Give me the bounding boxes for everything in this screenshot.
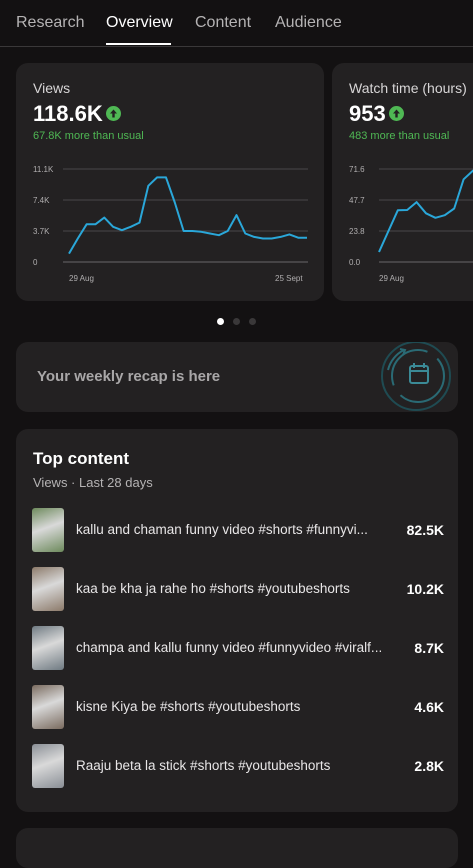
active-tab-indicator [106, 43, 171, 45]
video-thumbnail [32, 626, 64, 670]
video-thumbnail [32, 508, 64, 552]
watch-time-line-chart [378, 168, 473, 263]
video-title: Raaju beta la stick #shorts #youtubeshor… [76, 758, 331, 773]
video-title: kaa be kha ja rahe ho #shorts #youtubesh… [76, 581, 350, 596]
section-title: Top content [33, 449, 129, 468]
tab-content[interactable]: Content [195, 14, 251, 32]
next-section-card [16, 828, 458, 868]
video-views: 10.2K [406, 581, 444, 597]
video-views: 8.7K [414, 640, 444, 656]
video-title: kallu and chaman funny video #shorts #fu… [76, 522, 368, 537]
list-item[interactable]: kisne Kiya be #shorts #youtubeshorts 4.6… [32, 685, 444, 729]
tab-overview[interactable]: Overview [106, 14, 173, 32]
video-title: kisne Kiya be #shorts #youtubeshorts [76, 699, 301, 714]
views-line-chart [63, 168, 308, 263]
series-line [68, 176, 307, 255]
top-content-card: Top content Views · Last 28 days kallu a… [16, 429, 458, 812]
video-thumbnail [32, 567, 64, 611]
video-views: 82.5K [406, 522, 444, 538]
video-thumbnail [32, 744, 64, 788]
weekly-recap-card[interactable]: Your weekly recap is here [16, 342, 458, 412]
calendar-refresh-icon [381, 342, 451, 411]
video-thumbnail [32, 685, 64, 729]
video-views: 2.8K [414, 758, 444, 774]
tab-bar: Research Overview Content Audience [0, 0, 473, 47]
tab-research[interactable]: Research [16, 14, 84, 32]
list-item[interactable]: champa and kallu funny video #funnyvideo… [32, 626, 444, 670]
pager-dot-active[interactable] [217, 318, 224, 325]
watch-time-card[interactable]: Watch time (hours) 953 483 more than usu… [332, 63, 473, 301]
recap-text: Your weekly recap is here [37, 368, 221, 385]
views-card[interactable]: Views 118.6K 67.8K more than usual 11.1K… [16, 63, 324, 301]
list-item[interactable]: kaa be kha ja rahe ho #shorts #youtubesh… [32, 567, 444, 611]
list-item[interactable]: Raaju beta la stick #shorts #youtubeshor… [32, 744, 444, 788]
list-item[interactable]: kallu and chaman funny video #shorts #fu… [32, 508, 444, 552]
tab-audience[interactable]: Audience [275, 14, 342, 32]
section-subtitle: Views · Last 28 days [33, 475, 153, 490]
pager-dot[interactable] [249, 318, 256, 325]
pager-dot[interactable] [233, 318, 240, 325]
video-views: 4.6K [414, 699, 444, 715]
series-line [378, 169, 473, 253]
video-title: champa and kallu funny video #funnyvideo… [76, 640, 383, 655]
